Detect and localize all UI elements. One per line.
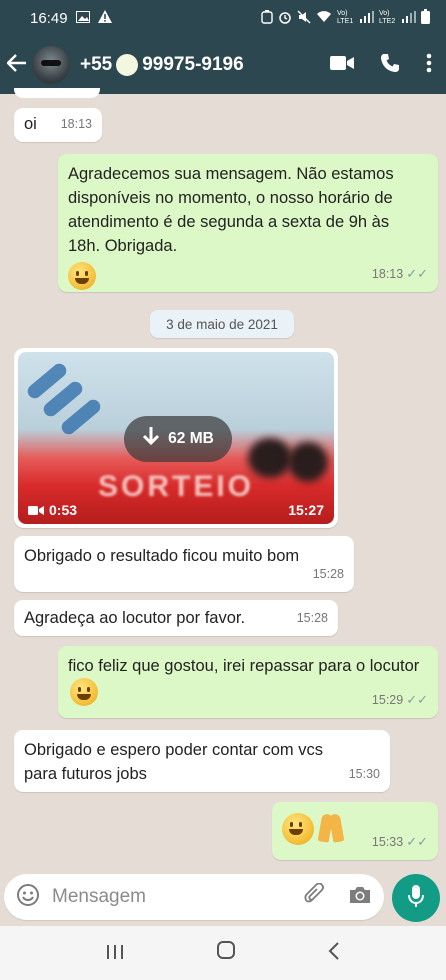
battery-saver-icon [261, 9, 273, 27]
phone-call-icon[interactable] [380, 53, 400, 78]
system-nav-bar [0, 926, 446, 980]
video-call-icon[interactable] [330, 55, 354, 76]
message-text: oi [24, 115, 37, 133]
contact-name[interactable]: +55 99975-9196 [80, 54, 244, 76]
file-size: 62 MB [168, 430, 214, 447]
message-time: 15:28 [312, 567, 344, 581]
thumbnail-shape [288, 442, 328, 482]
contact-prefix: +55 [80, 54, 113, 75]
message-status: 15:29 ✓✓ [372, 688, 428, 712]
signal-icon [402, 10, 416, 26]
video-duration: 0:53 [28, 502, 77, 518]
message-composer [4, 874, 384, 920]
video-message[interactable]: SORTEIO 62 MB 0:53 15:27 [14, 348, 338, 528]
message-time: 15:33 [371, 835, 404, 849]
back-icon[interactable] [328, 940, 340, 966]
microphone-button[interactable] [392, 874, 440, 922]
thumbnail-text: SORTEIO [98, 470, 255, 503]
signal-icon [360, 10, 374, 26]
double-check-icon: ✓✓ [406, 266, 428, 281]
message-bubble-incoming[interactable]: Obrigado e espero poder contar com vcs p… [14, 730, 390, 792]
message-time: 18:13 [60, 117, 92, 131]
clock: 16:49 [30, 9, 68, 27]
duration-text: 0:53 [49, 502, 78, 518]
camera-icon[interactable] [348, 885, 372, 910]
back-arrow-icon[interactable] [4, 51, 30, 79]
message-time: 18:13 [371, 267, 404, 281]
message-bubble-incoming[interactable]: Obrigado o resultado ficou muito bom 15:… [14, 536, 354, 592]
smiling-face-emoji [282, 813, 314, 845]
gallery-icon [75, 10, 90, 27]
download-button[interactable]: 62 MB [124, 416, 232, 462]
microphone-icon [407, 884, 425, 913]
download-arrow-icon [142, 426, 160, 453]
wifi-icon [316, 10, 332, 26]
message-text: Agradeça ao locutor por favor. [24, 609, 246, 627]
more-options-icon[interactable] [426, 53, 432, 78]
message-bubble-outgoing[interactable]: Agradecemos sua mensagem. Não estamos di… [58, 154, 438, 292]
message-input[interactable] [52, 886, 282, 908]
double-check-icon: ✓✓ [406, 834, 428, 849]
message-status: 18:13 ✓✓ [372, 262, 428, 286]
contact-suffix: 99975-9196 [142, 54, 244, 75]
thumbnail-shape [248, 438, 292, 478]
smiling-face-emoji [70, 678, 98, 706]
home-icon[interactable] [216, 940, 236, 966]
grinning-face-emoji [68, 262, 96, 290]
mute-icon [297, 10, 311, 27]
video-time: 15:27 [288, 502, 324, 518]
message-time: 15:28 [296, 611, 328, 625]
message-status: 15:33 ✓✓ [372, 830, 428, 854]
message-text: Obrigado e espero poder contar com vcs p… [24, 741, 323, 783]
alarm-icon [278, 10, 292, 27]
video-thumbnail[interactable]: SORTEIO 62 MB 0:53 15:27 [18, 352, 334, 524]
message-time: 15:29 [371, 693, 404, 707]
warning-icon [97, 9, 112, 27]
message-bubble-outgoing[interactable]: 15:33 ✓✓ [272, 802, 438, 860]
message-bubble-outgoing[interactable]: fico feliz que gostou, irei repassar par… [58, 646, 438, 718]
chat-header: +55 99975-9196 [0, 36, 446, 94]
message-text: Obrigado o resultado ficou muito bom [24, 547, 300, 565]
sim1-label: Vo) LTE1 [337, 10, 354, 25]
status-bar: 16:49 Vo) LTE1 Vo) LTE2 [0, 0, 446, 36]
redacted-mark [116, 54, 139, 76]
avatar[interactable] [32, 46, 70, 84]
message-bubble-cropped [14, 88, 100, 98]
emoji-icon[interactable] [16, 883, 40, 912]
message-text: fico feliz que gostou, irei repassar par… [68, 657, 420, 675]
message-time: 15:30 [348, 767, 380, 781]
sim2-label: Vo) LTE2 [379, 10, 396, 25]
folded-hands-emoji [318, 812, 344, 844]
battery-icon [421, 9, 430, 27]
message-list[interactable]: oi 18:13 Agradecemos sua mensagem. Não e… [0, 88, 446, 874]
double-check-icon: ✓✓ [406, 692, 428, 707]
message-bubble-incoming[interactable]: Agradeça ao locutor por favor. 15:28 [14, 600, 338, 636]
date-divider: 3 de maio de 2021 [150, 310, 294, 338]
recent-apps-icon[interactable] [106, 940, 124, 966]
message-bubble-incoming[interactable]: oi 18:13 [14, 108, 102, 142]
message-text: Agradecemos sua mensagem. Não estamos di… [68, 165, 394, 255]
attach-icon[interactable] [304, 882, 326, 912]
video-camera-icon [28, 505, 44, 515]
